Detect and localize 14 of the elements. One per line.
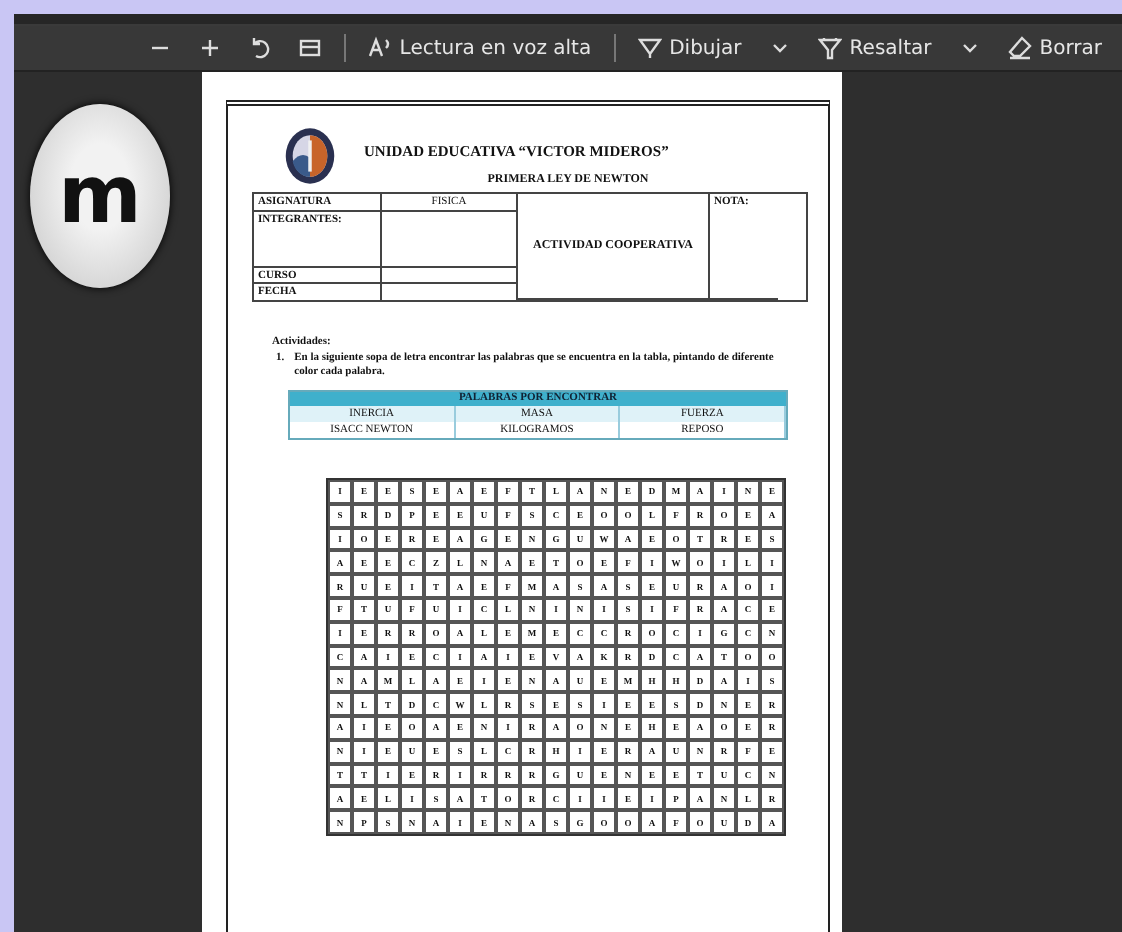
- school-logo: [284, 126, 336, 186]
- avatar[interactable]: m: [30, 104, 170, 288]
- rotate-icon: [247, 36, 272, 60]
- read-button[interactable]: Lectura en voz alta: [363, 26, 596, 70]
- empty-cell: [382, 212, 518, 268]
- zoom-in-icon: [197, 36, 222, 60]
- read-aloud-icon: [367, 36, 392, 60]
- eraser-icon: [1007, 36, 1032, 60]
- erase-button[interactable]: Borrar: [1003, 26, 1106, 70]
- draw-button[interactable]: Dibujar: [633, 26, 746, 70]
- pen-icon: [637, 36, 662, 60]
- fit-page-icon: [297, 36, 322, 60]
- highlight-button[interactable]: Resaltar: [813, 26, 936, 70]
- highlighter-icon: [817, 36, 842, 60]
